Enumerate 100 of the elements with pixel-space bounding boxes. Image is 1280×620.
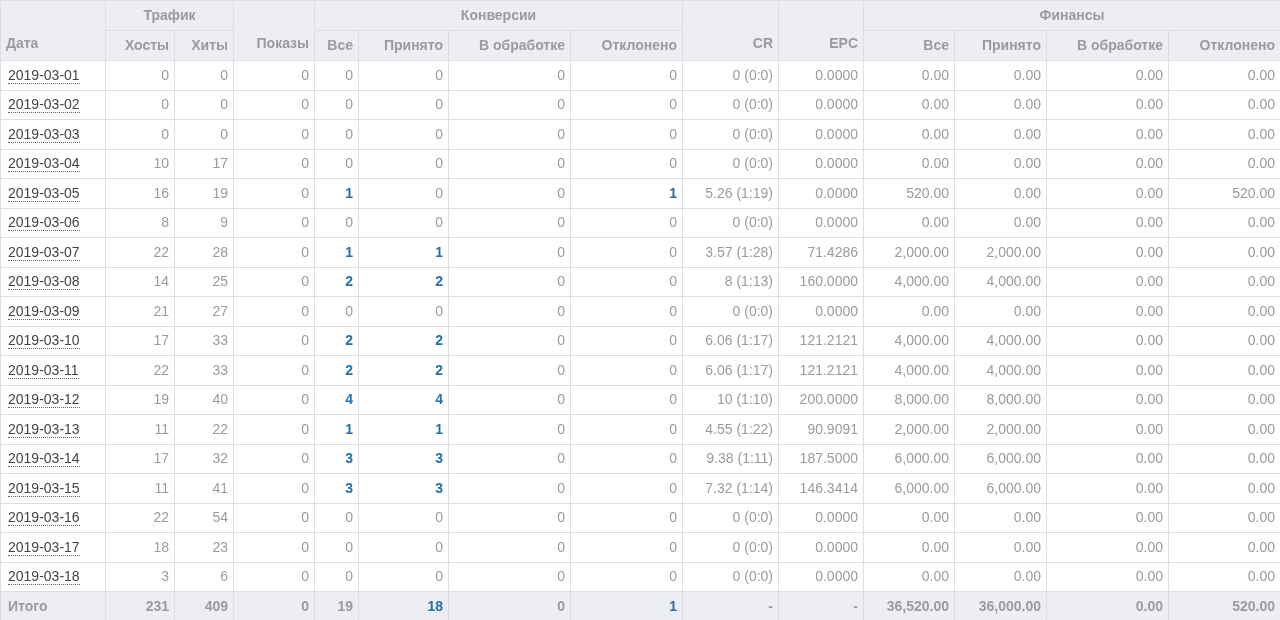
table-cell: 90.9091	[778, 414, 864, 444]
table-cell: 160.0000	[778, 267, 864, 297]
count-link[interactable]: 1	[314, 237, 359, 267]
table-cell: 3	[105, 562, 175, 592]
table-cell: 0	[570, 326, 683, 356]
table-cell: 0	[570, 444, 683, 474]
column-header: Принято	[954, 30, 1047, 61]
column-header: В обработке	[1046, 30, 1169, 61]
table-cell: 0	[448, 60, 571, 90]
table-cell: 0	[314, 90, 359, 120]
table-cell: 0 (0:0)	[682, 503, 779, 533]
table-cell: 0.00	[954, 90, 1047, 120]
table-cell: 0	[570, 562, 683, 592]
group-header: Конверсии	[314, 0, 683, 31]
table-cell: 6.06 (1:17)	[682, 326, 779, 356]
table-cell: 0	[448, 444, 571, 474]
count-link[interactable]: 1	[570, 591, 683, 620]
table-cell: 0	[448, 178, 571, 208]
table-cell: 0	[233, 444, 315, 474]
count-link[interactable]: 1	[358, 237, 449, 267]
table-cell: 0	[105, 90, 175, 120]
count-link[interactable]: 2	[358, 326, 449, 356]
table-cell: 0.0000	[778, 119, 864, 149]
table-cell: 0	[105, 119, 175, 149]
table-cell: 0	[448, 591, 571, 620]
table-cell: 0.0000	[778, 562, 864, 592]
table-cell: 0	[314, 149, 359, 179]
table-cell: 2,000.00	[863, 237, 955, 267]
count-link[interactable]: 3	[314, 444, 359, 474]
count-link[interactable]: 3	[358, 473, 449, 503]
count-link[interactable]: 3	[314, 473, 359, 503]
table-cell: 0	[448, 385, 571, 415]
count-link[interactable]: 2	[358, 355, 449, 385]
count-link[interactable]: 1	[314, 414, 359, 444]
table-cell: 22	[105, 237, 175, 267]
table-cell: 146.3414	[778, 473, 864, 503]
total-label: Итого	[0, 591, 106, 620]
count-link[interactable]: 2	[314, 267, 359, 297]
table-cell: 0.00	[954, 208, 1047, 238]
table-cell: 19	[105, 385, 175, 415]
count-link[interactable]: 3	[358, 444, 449, 474]
table-cell: 0.00	[863, 208, 955, 238]
count-link[interactable]: 1	[570, 178, 683, 208]
table-cell: 0.00	[1046, 562, 1169, 592]
count-link[interactable]: 4	[358, 385, 449, 415]
group-header: Трафик	[105, 0, 234, 31]
column-header: Отклонено	[570, 30, 683, 61]
table-cell: 0.00	[954, 296, 1047, 326]
table-cell: 0	[233, 562, 315, 592]
table-cell: 0.00	[1046, 178, 1169, 208]
table-cell: 0.00	[954, 503, 1047, 533]
count-link[interactable]: 1	[314, 178, 359, 208]
count-link[interactable]: 4	[314, 385, 359, 415]
count-link[interactable]: 1	[358, 414, 449, 444]
table-cell: 0.0000	[778, 208, 864, 238]
table-cell: 0 (0:0)	[682, 532, 779, 562]
table-cell: 4,000.00	[863, 355, 955, 385]
table-cell: 0	[448, 296, 571, 326]
column-header: Принято	[358, 30, 449, 61]
table-cell: 0	[570, 503, 683, 533]
table-cell: 0	[233, 119, 315, 149]
table-cell: 36,000.00	[954, 591, 1047, 620]
table-cell: 6.06 (1:17)	[682, 355, 779, 385]
count-link[interactable]: 2	[314, 326, 359, 356]
table-cell: 0.00	[863, 562, 955, 592]
table-cell: 0	[233, 149, 315, 179]
count-link[interactable]: 2	[358, 267, 449, 297]
count-link[interactable]: 18	[358, 591, 449, 620]
table-cell: 0.00	[1046, 326, 1169, 356]
table-cell: 0.00	[1046, 385, 1169, 415]
table-cell: 0	[448, 532, 571, 562]
table-cell: 0	[570, 119, 683, 149]
table-cell: 0	[570, 208, 683, 238]
table-cell: 28	[174, 237, 234, 267]
table-cell: 0 (0:0)	[682, 296, 779, 326]
table-cell: 0	[174, 60, 234, 90]
column-header: EPC	[778, 0, 864, 61]
table-cell: 0	[570, 385, 683, 415]
table-cell: 0	[358, 296, 449, 326]
table-cell: 520.00	[1168, 591, 1280, 620]
table-cell: 0	[448, 326, 571, 356]
table-cell: 40	[174, 385, 234, 415]
table-cell: 11	[105, 414, 175, 444]
table-cell: 0.00	[954, 532, 1047, 562]
column-header: Хиты	[174, 30, 234, 61]
table-cell: 0	[448, 473, 571, 503]
table-cell: 2,000.00	[863, 414, 955, 444]
table-cell: 0.00	[1046, 90, 1169, 120]
table-cell: 0	[233, 473, 315, 503]
table-cell: 0	[448, 503, 571, 533]
count-link[interactable]: 2	[314, 355, 359, 385]
table-cell: 0	[570, 149, 683, 179]
table-cell: 0.00	[1046, 296, 1169, 326]
table-cell: 0.00	[1046, 444, 1169, 474]
table-cell: 6,000.00	[954, 444, 1047, 474]
table-cell: 0	[174, 90, 234, 120]
table-cell: 0.00	[1046, 267, 1169, 297]
table-cell: 0.00	[863, 60, 955, 90]
table-cell: 0.0000	[778, 90, 864, 120]
table-cell: 121.2121	[778, 355, 864, 385]
